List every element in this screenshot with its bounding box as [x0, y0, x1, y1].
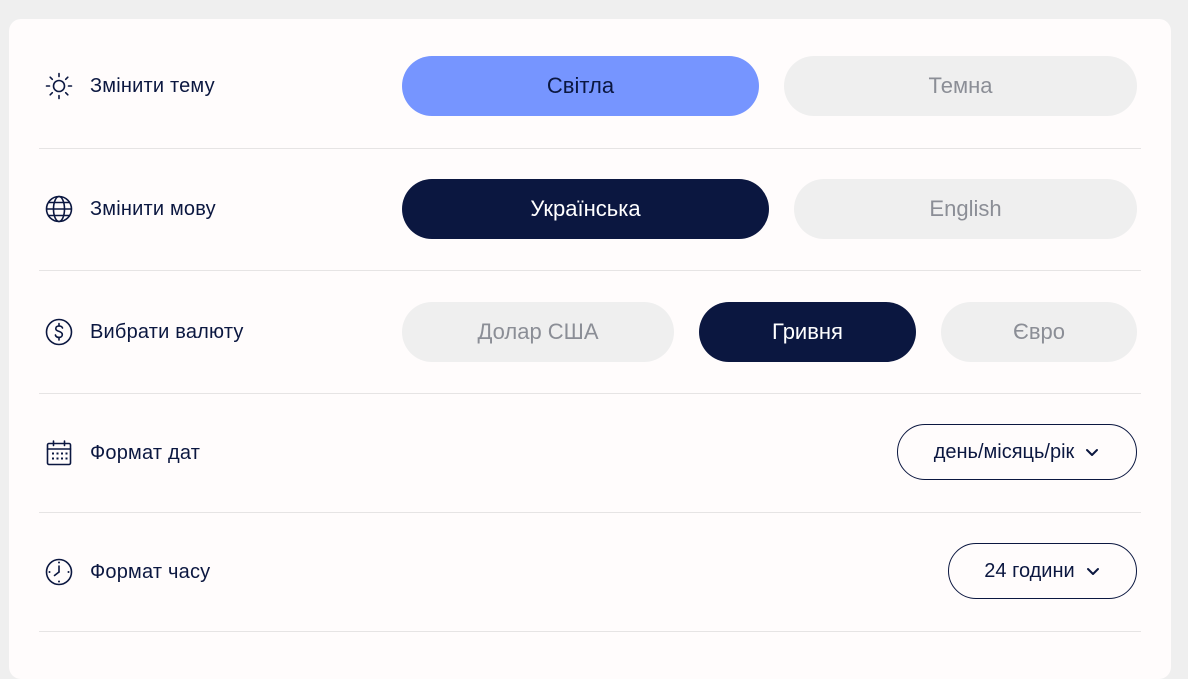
- currency-label: Вибрати валюту: [90, 320, 244, 343]
- time-format-value: 24 години: [984, 559, 1075, 582]
- theme-option-light[interactable]: Світла: [402, 56, 759, 116]
- settings-panel: Змінити тему Світла Темна Змінити мову У…: [9, 19, 1171, 679]
- date-format-label: Формат дат: [90, 441, 201, 464]
- time-format-label-group: Формат часу: [44, 557, 210, 587]
- language-option-ukrainian[interactable]: Українська: [402, 179, 769, 239]
- theme-label: Змінити тему: [90, 74, 215, 97]
- theme-row: Змінити тему Світла Темна: [39, 19, 1141, 149]
- currency-option-eur[interactable]: Євро: [941, 302, 1137, 362]
- currency-label-group: Вибрати валюту: [44, 317, 244, 347]
- language-label-group: Змінити мову: [44, 194, 216, 224]
- currency-row: Вибрати валюту Долар США Гривня Євро: [39, 270, 1141, 394]
- dollar-circle-icon: [45, 318, 73, 346]
- date-format-select[interactable]: день/місяць/рік: [897, 424, 1137, 480]
- sun-icon: [45, 72, 73, 100]
- language-label: Змінити мову: [90, 197, 216, 220]
- language-row: Змінити мову Українська English: [39, 148, 1141, 271]
- date-format-label-group: Формат дат: [44, 438, 200, 468]
- time-format-row: Формат часу 24 години: [39, 512, 1141, 632]
- date-format-value: день/місяць/рік: [933, 440, 1075, 463]
- theme-label-group: Змінити тему: [44, 71, 215, 101]
- currency-option-usd[interactable]: Долар США: [402, 302, 674, 362]
- time-format-label: Формат часу: [90, 560, 211, 583]
- chevron-down-icon: [1086, 568, 1099, 575]
- theme-option-dark[interactable]: Темна: [784, 56, 1137, 116]
- time-format-select[interactable]: 24 години: [948, 543, 1137, 599]
- calendar-icon: [46, 440, 72, 466]
- clock-icon: [45, 558, 73, 586]
- globe-icon: [45, 195, 73, 223]
- currency-option-uah[interactable]: Гривня: [699, 302, 916, 362]
- chevron-down-icon: [1086, 449, 1099, 456]
- language-option-english[interactable]: English: [794, 179, 1137, 239]
- date-format-row: Формат дат день/місяць/рік: [39, 393, 1141, 513]
